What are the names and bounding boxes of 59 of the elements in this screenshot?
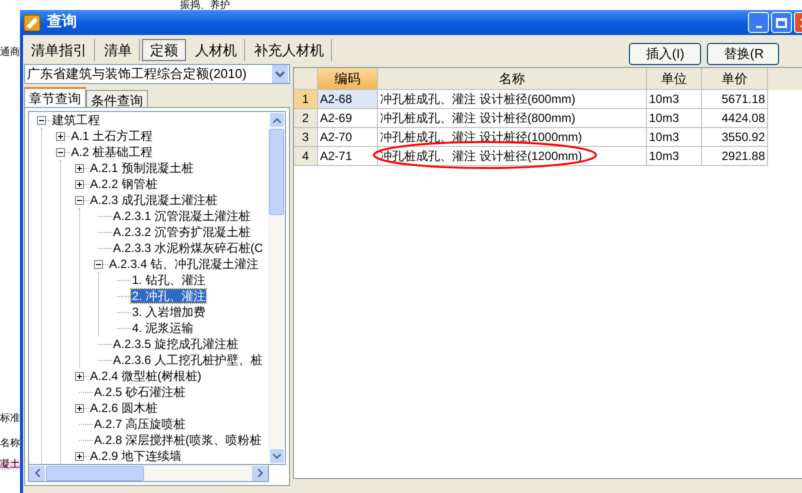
tab[interactable]: 人材机	[188, 39, 245, 61]
column-header[interactable]: 名称	[378, 68, 647, 90]
action-button[interactable]: 替换(R	[707, 43, 779, 65]
table-cell: 2921.88	[702, 147, 768, 166]
row-number[interactable]: 2	[294, 109, 318, 128]
tree-item[interactable]: 1. 钻孔、灌注	[131, 273, 206, 287]
tree-item[interactable]: A.2.6 圆木桩	[89, 401, 158, 415]
tree-item[interactable]: A.2.5 砂石灌注桩	[93, 385, 186, 399]
tree-item[interactable]: A.2.9 地下连续墙	[89, 449, 182, 463]
tree-item[interactable]: A.2.4 微型桩(树根桩)	[89, 369, 202, 383]
tree-item[interactable]: A.2.2 钢管桩	[89, 177, 158, 191]
table-cell: 冲孔桩成孔、灌注 设计桩径(600mm)	[378, 90, 647, 109]
tree-item[interactable]: A.2.3.3 水泥粉煤灰碎石桩(C	[112, 241, 264, 255]
table-cell: 冲孔桩成孔、灌注 设计桩径(800mm)	[378, 109, 647, 128]
table-cell: 4424.08	[702, 109, 768, 128]
quota-dropdown[interactable]: 广东省建筑与装饰工程综合定额(2010)	[24, 64, 290, 84]
tree-item[interactable]: 3. 入岩增加费	[131, 305, 206, 319]
row-number[interactable]: 4	[294, 147, 318, 166]
table-cell: A2-71	[318, 147, 378, 166]
table-cell: 10m3	[647, 109, 702, 128]
tree-item[interactable]: A.2.7 高压旋喷桩	[93, 417, 186, 431]
tree-item[interactable]: A.1 土石方工程	[70, 129, 154, 143]
window-title: 查询	[47, 12, 77, 32]
table-cell: 10m3	[647, 147, 702, 166]
tree-item[interactable]: A.2.3.5 旋挖成孔灌注桩	[112, 337, 240, 351]
table-cell: 3550.92	[702, 128, 768, 147]
column-header[interactable]: 编码	[318, 68, 378, 90]
tree-item[interactable]: A.2.3.6 人工挖孔桩护壁、桩	[112, 353, 264, 367]
table-cell: A2-69	[318, 109, 378, 128]
table-cell: 10m3	[647, 90, 702, 109]
background-sheet-text: 标准	[0, 414, 20, 424]
column-header[interactable]: 单位	[647, 68, 702, 90]
background-sheet-text: 名称	[0, 439, 20, 449]
tab[interactable]: 清单指引	[24, 39, 95, 61]
row-number[interactable]: 1	[294, 90, 318, 109]
tree-item[interactable]: A.2.3.4 钻、冲孔混凝土灌注	[108, 257, 260, 271]
table-cell: A2-68	[318, 90, 378, 109]
tree-item[interactable]: A.2.3.2 沉管夯扩混凝土桩	[112, 225, 252, 239]
subtab[interactable]: 条件查询	[86, 90, 148, 107]
row-number[interactable]: 3	[294, 128, 318, 147]
tree-item[interactable]: A.2 桩基础工程	[70, 145, 154, 159]
tree-item[interactable]: A.2.3 成孔混凝土灌注桩	[89, 193, 218, 207]
table-cell: 10m3	[647, 128, 702, 147]
background-sheet-text: 通商	[0, 48, 20, 58]
subtab[interactable]: 章节查询	[24, 87, 86, 107]
table-cell: A2-70	[318, 128, 378, 147]
tree-item[interactable]: 2. 冲孔、灌注	[131, 289, 206, 303]
tree-item[interactable]: A.2.1 预制混凝土桩	[89, 161, 194, 175]
column-header[interactable]: 单价	[702, 68, 768, 90]
tab[interactable]: 定额	[142, 39, 186, 61]
action-button[interactable]: 插入(I)	[629, 43, 701, 65]
tab[interactable]: 补充人材机	[247, 39, 332, 61]
background-sheet-text: 凝土	[0, 460, 20, 470]
tab[interactable]: 清单	[97, 39, 140, 61]
tree-item[interactable]: A.2.8 深层搅拌桩(喷浆、喷粉桩	[93, 433, 262, 447]
tree-item[interactable]: 建筑工程	[51, 113, 101, 127]
table-cell: 5671.18	[702, 90, 768, 109]
tree-item[interactable]: A.2.3.1 沉管混凝土灌注桩	[112, 209, 252, 223]
tree-item[interactable]: 4. 泥浆运输	[131, 321, 194, 335]
